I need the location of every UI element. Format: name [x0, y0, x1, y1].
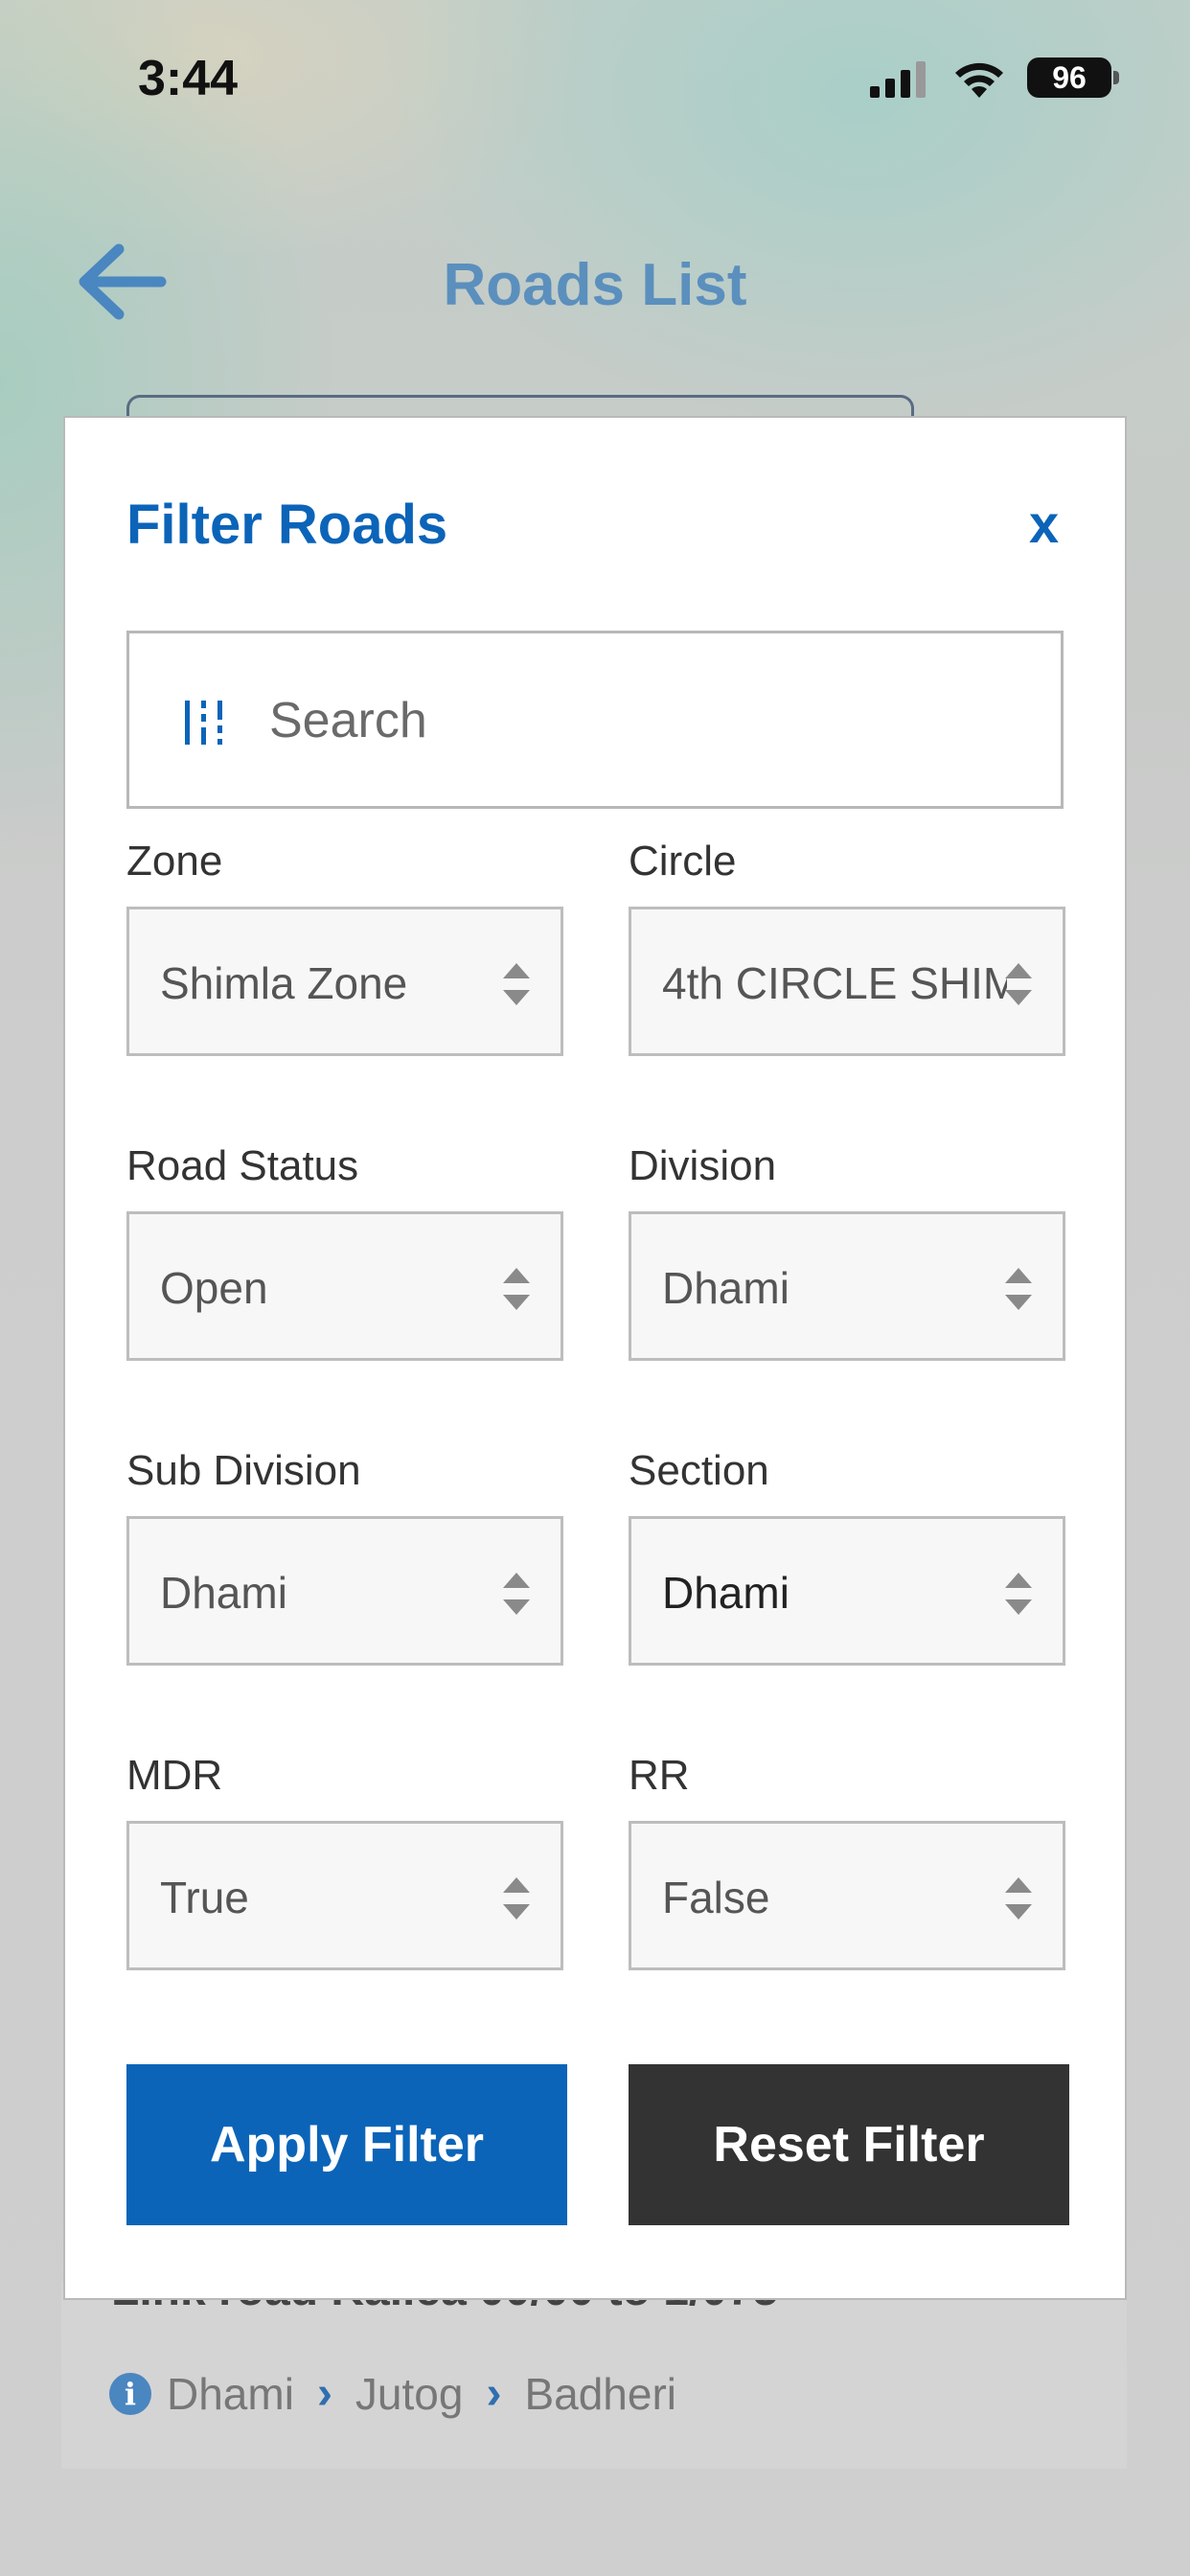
section-select[interactable]: Dhami: [629, 1516, 1065, 1666]
mdr-label: MDR: [126, 1752, 223, 1799]
division-label: Division: [629, 1142, 777, 1189]
division-value: Dhami: [662, 1263, 790, 1313]
sort-icon: [503, 1268, 530, 1310]
reset-filter-button[interactable]: Reset Filter: [629, 2064, 1069, 2225]
close-button[interactable]: x: [1029, 493, 1059, 555]
search-input[interactable]: [267, 672, 1018, 770]
sort-icon: [503, 1877, 530, 1920]
chevron-right-icon: ›: [486, 2368, 502, 2419]
battery-icon: 96: [1027, 58, 1111, 98]
cellular-signal-icon: [870, 61, 926, 98]
sort-icon: [1005, 1268, 1032, 1310]
apply-filter-button[interactable]: Apply Filter: [126, 2064, 567, 2225]
division-select[interactable]: Dhami: [629, 1211, 1065, 1361]
sort-icon: [1005, 1877, 1032, 1920]
sort-icon: [1005, 963, 1032, 1005]
status-bar: 3:44 96: [0, 0, 1190, 153]
circle-label: Circle: [629, 838, 737, 885]
modal-title: Filter Roads: [126, 494, 448, 556]
breadcrumb-subdivision: Jutog: [355, 2368, 464, 2419]
zone-select[interactable]: Shimla Zone: [126, 907, 563, 1056]
breadcrumb: i Dhami › Jutog › Badheri: [109, 2367, 676, 2420]
mdr-select[interactable]: True: [126, 1821, 563, 1970]
road-status-select[interactable]: Open: [126, 1211, 563, 1361]
filter-modal: Filter Roads x Zone Shimla Zone Circle 4…: [63, 416, 1127, 2300]
rr-select[interactable]: False: [629, 1821, 1065, 1970]
section-value: Dhami: [662, 1568, 790, 1618]
circle-select[interactable]: 4th CIRCLE SHIM...: [629, 907, 1065, 1056]
road-list-item: Link road Kaliea 00/00 to 1/075 i Dhami …: [61, 2281, 1127, 2469]
sort-icon: [503, 963, 530, 1005]
info-icon: i: [109, 2372, 151, 2415]
app-header: Roads List: [0, 220, 1190, 345]
sub-division-label: Sub Division: [126, 1447, 361, 1494]
breadcrumb-division: Dhami: [167, 2368, 294, 2419]
mdr-value: True: [160, 1873, 249, 1922]
page-title: Roads List: [443, 252, 747, 318]
zone-label: Zone: [126, 838, 223, 885]
section-label: Section: [629, 1447, 769, 1494]
status-time: 3:44: [138, 51, 239, 106]
road-status-label: Road Status: [126, 1142, 359, 1189]
circle-value: 4th CIRCLE SHIM...: [662, 958, 1007, 1008]
sub-division-select[interactable]: Dhami: [126, 1516, 563, 1666]
battery-cap: [1113, 71, 1119, 84]
road-status-value: Open: [160, 1263, 268, 1313]
search-box[interactable]: [126, 631, 1064, 809]
sub-division-value: Dhami: [160, 1568, 287, 1618]
sort-icon: [503, 1573, 530, 1615]
rr-value: False: [662, 1873, 770, 1922]
wifi-icon: [955, 62, 1003, 98]
chevron-right-icon: ›: [316, 2368, 332, 2419]
rr-label: RR: [629, 1752, 690, 1799]
sort-icon: [1005, 1573, 1032, 1615]
breadcrumb-section: Badheri: [524, 2368, 676, 2419]
filter-icon: [185, 701, 222, 745]
zone-value: Shimla Zone: [160, 958, 408, 1008]
